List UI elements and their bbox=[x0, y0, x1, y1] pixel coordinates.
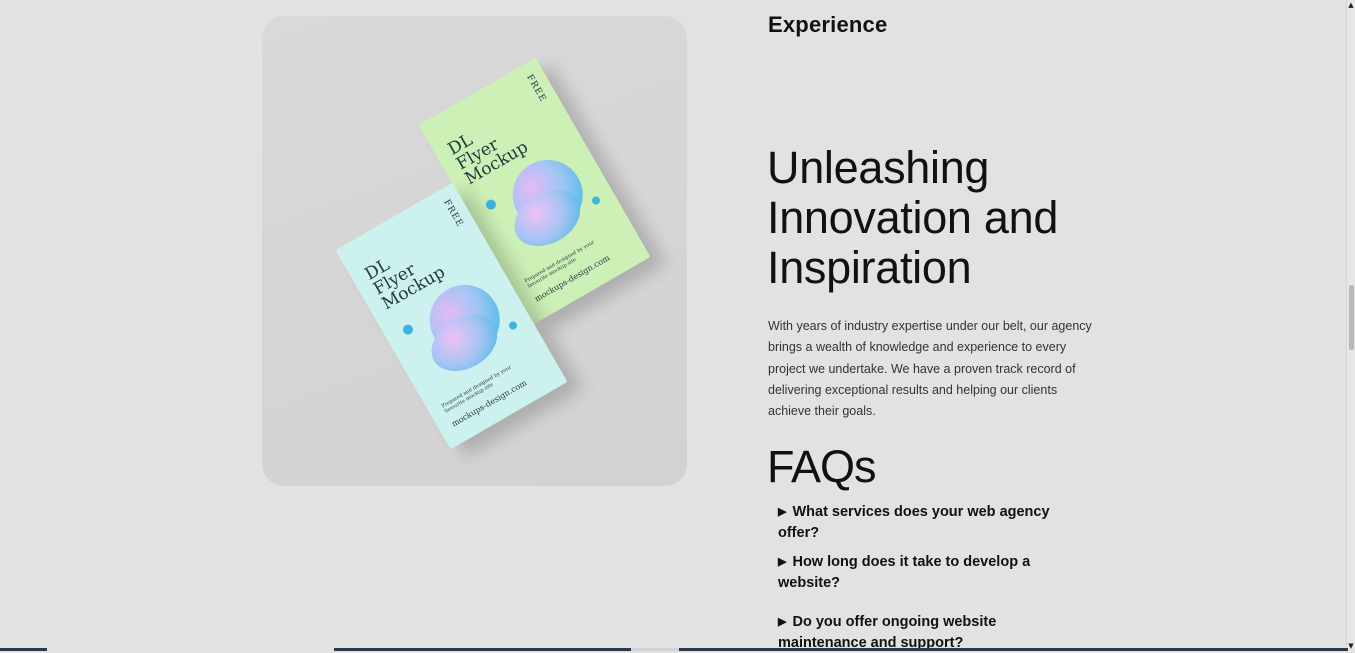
page-headline: Unleashing Innovation and Inspiration bbox=[767, 142, 1059, 293]
faq-item[interactable]: ▶ How long does it take to develop a webs… bbox=[778, 552, 1068, 593]
scroll-up-arrow-icon[interactable]: ▲ bbox=[1347, 0, 1355, 10]
flyer-free-badge: FREE bbox=[441, 198, 465, 230]
decor-dot bbox=[401, 322, 415, 337]
disclosure-triangle-icon: ▶ bbox=[778, 506, 787, 518]
section-label: Experience bbox=[768, 12, 888, 37]
decor-dot bbox=[590, 195, 602, 206]
disclosure-triangle-icon: ▶ bbox=[778, 616, 787, 628]
scrollbar-thumb[interactable] bbox=[1349, 285, 1354, 350]
flyer-free-badge: FREE bbox=[524, 73, 548, 105]
scroll-down-arrow-icon[interactable]: ▼ bbox=[1347, 641, 1355, 651]
disclosure-triangle-icon: ▶ bbox=[778, 556, 787, 568]
intro-paragraph: With years of industry expertise under o… bbox=[768, 319, 1092, 419]
faq-question: How long does it take to develop a websi… bbox=[778, 554, 1031, 591]
decor-dot bbox=[484, 197, 498, 212]
faq-item[interactable]: ▶ Do you offer ongoing website maintenanc… bbox=[778, 612, 1068, 653]
flyer-mockup-image: FREE DL Flyer Mockup Prepared and design… bbox=[262, 16, 687, 486]
faq-question: Do you offer ongoing website maintenance… bbox=[778, 614, 997, 651]
faq-title: FAQs bbox=[767, 441, 877, 492]
faq-question: What services does your web agency offer… bbox=[778, 504, 1050, 541]
faq-item[interactable]: ▶ What services does your web agency offe… bbox=[778, 502, 1068, 543]
decor-dot bbox=[507, 320, 519, 331]
vertical-scrollbar[interactable]: ▲ ▼ bbox=[1346, 0, 1355, 651]
